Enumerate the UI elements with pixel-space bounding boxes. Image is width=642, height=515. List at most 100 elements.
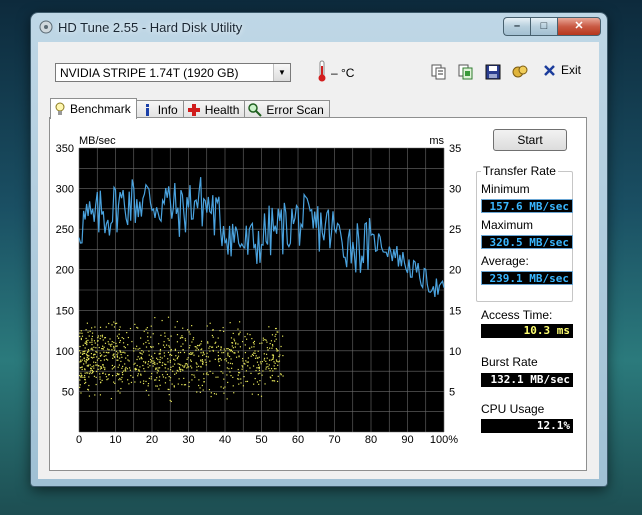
left-axis-unit: MB/sec bbox=[79, 135, 116, 147]
access-time-point bbox=[277, 375, 279, 377]
access-time-point bbox=[215, 346, 218, 348]
access-time-point bbox=[82, 344, 84, 346]
access-time-point bbox=[238, 383, 240, 385]
access-time-point bbox=[199, 344, 201, 346]
access-time-point bbox=[235, 356, 238, 358]
access-time-point bbox=[162, 376, 165, 378]
access-time-point bbox=[189, 333, 191, 335]
access-time-point bbox=[115, 342, 117, 345]
access-time-point bbox=[186, 364, 189, 366]
access-time-point bbox=[217, 337, 219, 339]
access-time-point bbox=[224, 359, 226, 361]
access-time-point bbox=[148, 342, 150, 344]
access-time-point bbox=[191, 341, 193, 343]
access-time-point bbox=[160, 334, 162, 336]
access-time-point bbox=[266, 363, 268, 365]
access-time-point bbox=[126, 368, 128, 370]
access-time-point bbox=[252, 342, 255, 344]
access-time-point bbox=[264, 383, 266, 385]
access-time-point bbox=[150, 376, 152, 378]
access-time-point bbox=[80, 360, 82, 363]
access-time-point bbox=[91, 339, 93, 341]
access-time-point bbox=[274, 327, 277, 330]
access-time-point bbox=[127, 354, 129, 357]
access-time-point bbox=[240, 382, 242, 384]
access-time-point bbox=[246, 361, 248, 363]
access-time-point bbox=[98, 346, 100, 349]
access-time-point bbox=[83, 375, 86, 377]
access-time-point bbox=[227, 355, 229, 357]
access-time-point bbox=[91, 347, 93, 349]
access-time-point bbox=[168, 345, 170, 347]
access-time-point bbox=[199, 387, 201, 389]
access-time-point bbox=[254, 357, 257, 359]
transfer-rate-title: Transfer Rate bbox=[481, 164, 558, 178]
cpu-usage-value: 12.1% bbox=[481, 419, 573, 433]
access-time-point bbox=[274, 340, 276, 342]
access-time-point bbox=[247, 361, 249, 363]
access-time-point bbox=[119, 341, 121, 344]
access-time-point bbox=[209, 345, 211, 348]
access-time-point bbox=[200, 340, 203, 342]
access-time-point bbox=[107, 341, 109, 343]
y2-tick-label: 20 bbox=[449, 265, 461, 277]
access-time-point bbox=[266, 341, 268, 343]
access-time-point bbox=[276, 360, 278, 362]
access-time-point bbox=[120, 378, 122, 381]
access-time-point bbox=[240, 378, 242, 380]
access-time-point bbox=[143, 380, 145, 382]
access-time-point bbox=[120, 353, 122, 356]
access-time-point bbox=[179, 369, 181, 371]
access-time-point bbox=[259, 361, 262, 363]
access-time-point bbox=[238, 321, 241, 323]
access-time-point bbox=[206, 325, 208, 327]
access-time-point bbox=[261, 374, 263, 376]
access-time-point bbox=[95, 364, 97, 366]
access-time-point bbox=[243, 376, 245, 378]
access-time-point bbox=[114, 365, 116, 368]
access-time-point bbox=[119, 326, 121, 328]
access-time-point bbox=[79, 379, 81, 381]
minimum-label: Minimum bbox=[481, 182, 530, 196]
access-time-point bbox=[135, 368, 138, 370]
access-time-point bbox=[85, 341, 87, 343]
access-time-point bbox=[116, 353, 118, 356]
access-time-point bbox=[115, 350, 118, 352]
tab-benchmark[interactable]: Benchmark bbox=[50, 98, 137, 119]
access-time-point bbox=[108, 343, 110, 345]
access-time-label: Access Time: bbox=[481, 308, 553, 322]
start-button[interactable]: Start bbox=[493, 129, 567, 151]
access-time-point bbox=[147, 339, 149, 342]
access-time-point bbox=[110, 345, 112, 347]
access-time-point bbox=[232, 376, 234, 378]
access-time-point bbox=[137, 373, 139, 375]
access-time-point bbox=[161, 364, 163, 366]
access-time-point bbox=[84, 342, 86, 344]
y2-tick-label: 35 bbox=[449, 143, 461, 155]
access-time-point bbox=[155, 368, 157, 370]
access-time-point bbox=[164, 332, 166, 334]
access-time-point bbox=[109, 344, 111, 346]
access-time-point bbox=[116, 322, 118, 324]
access-time-point bbox=[169, 354, 171, 356]
access-time-point bbox=[222, 326, 224, 329]
access-time-point bbox=[91, 343, 93, 346]
access-time-point bbox=[142, 382, 145, 385]
x-tick-label: 70 bbox=[328, 434, 340, 446]
access-time-point bbox=[80, 372, 82, 374]
access-time-point bbox=[142, 343, 145, 345]
access-time-point bbox=[200, 343, 202, 345]
access-time-point bbox=[134, 362, 136, 364]
access-time-point bbox=[149, 358, 152, 361]
access-time-point bbox=[223, 348, 225, 350]
access-time-point bbox=[272, 356, 274, 358]
access-time-point bbox=[183, 384, 186, 386]
access-time-point bbox=[167, 358, 169, 360]
access-time-point bbox=[168, 394, 170, 396]
access-time-point bbox=[91, 341, 93, 343]
access-time-point bbox=[79, 356, 82, 358]
access-time-point bbox=[108, 349, 110, 351]
access-time-point bbox=[169, 361, 172, 363]
access-time-point bbox=[256, 361, 259, 363]
access-time-point bbox=[245, 370, 248, 372]
